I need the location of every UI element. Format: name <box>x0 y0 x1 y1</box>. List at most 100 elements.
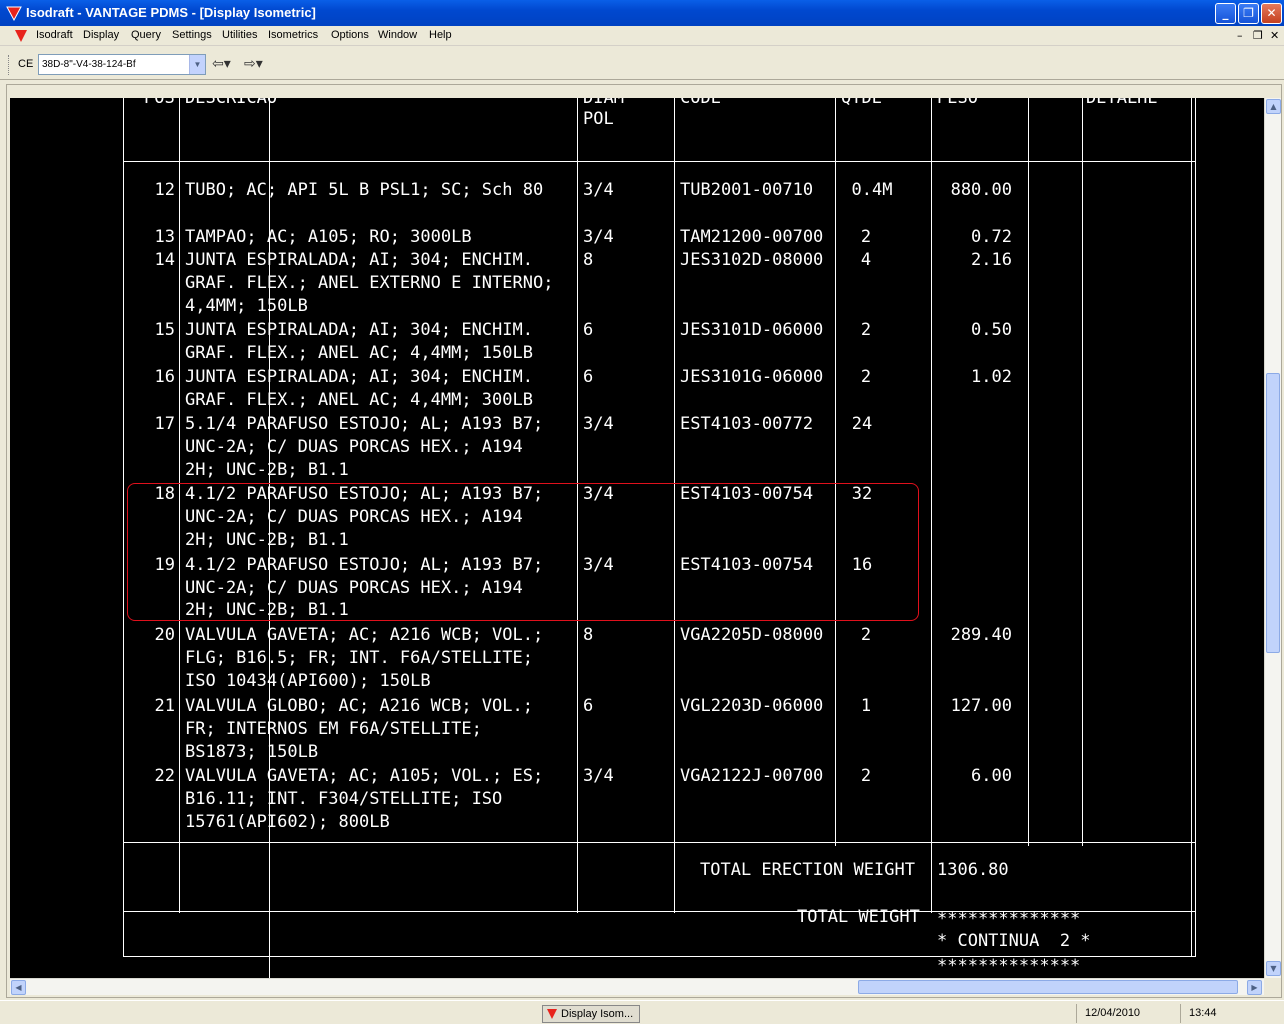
row-peso: 6.00 <box>932 765 1012 788</box>
row-pos: 14 <box>135 249 175 272</box>
mdi-close-button[interactable]: ✕ <box>1270 29 1279 42</box>
mdi-minimize-button[interactable]: – <box>1237 29 1243 42</box>
row-pos: 13 <box>135 226 175 249</box>
toolbar-grip[interactable] <box>8 55 11 75</box>
table-col-line-detalhe <box>1082 98 1083 846</box>
row-desc-line: VALVULA GLOBO; AC; A216 WCB; VOL.; <box>185 695 533 718</box>
row-desc-line: JUNTA ESPIRALADA; AI; 304; ENCHIM. <box>185 249 533 272</box>
ce-element-combobox[interactable]: 38D-8"-V4-38-124-Bf ▼ <box>38 54 206 75</box>
row-diam: 8 <box>583 624 593 647</box>
horizontal-scrollbar[interactable]: ◀ ▶ <box>10 978 1264 995</box>
total-weight-label: TOTAL WEIGHT <box>797 906 920 929</box>
table-header-separator <box>123 161 1195 162</box>
row-code: TUB2001-00710 <box>680 179 813 202</box>
row-desc-line: TAMPAO; AC; A105; RO; 3000LB <box>185 226 472 249</box>
row-desc-line: GRAF. FLEX.; ANEL AC; 4,4MM; 300LB <box>185 389 533 412</box>
row-desc-line: 2H; UNC-2B; B1.1 <box>185 459 349 482</box>
status-date: 12/04/2010 <box>1076 1004 1176 1023</box>
row-pos: 15 <box>135 319 175 342</box>
vertical-scroll-thumb[interactable] <box>1266 373 1280 653</box>
row-desc-line: FR; INTERNOS EM F6A/STELLITE; <box>185 718 482 741</box>
scroll-left-icon[interactable]: ◀ <box>11 980 26 995</box>
row-pos: 16 <box>135 366 175 389</box>
status-time: 13:44 <box>1180 1004 1280 1023</box>
row-desc-line: TUBO; AC; API 5L B PSL1; SC; Sch 80 <box>185 179 543 202</box>
menu-help[interactable]: Help <box>429 29 452 41</box>
row-pos: 22 <box>135 765 175 788</box>
isodraft-logo-icon <box>6 5 22 21</box>
stars-top: ************** <box>937 908 1080 931</box>
row-desc-line: BS1873; 150LB <box>185 741 318 764</box>
row-peso: 0.72 <box>932 226 1012 249</box>
vertical-scrollbar[interactable]: ▲ ▼ <box>1264 98 1281 978</box>
table-col-line-peso <box>1028 98 1029 846</box>
row-code: VGL2203D-06000 <box>680 695 823 718</box>
row-pos: 17 <box>135 413 175 436</box>
ce-element-value: 38D-8"-V4-38-124-Bf <box>42 59 136 70</box>
header-descricao: DESCRICAO <box>185 98 277 110</box>
task-label: Display Isom... <box>561 1008 633 1020</box>
row-desc-line: 15761(API602); 800LB <box>185 811 390 834</box>
row-qtde: 2 <box>836 366 896 389</box>
table-body-bottom <box>123 842 1195 843</box>
menu-isometrics[interactable]: Isometrics <box>268 29 318 41</box>
total-erection-weight-value: 1306.80 <box>937 859 1009 882</box>
row-qtde: 2 <box>836 319 896 342</box>
row-code: JES3101D-06000 <box>680 319 823 342</box>
row-desc-line: UNC-2A; C/ DUAS PORCAS HEX.; A194 <box>185 436 523 459</box>
row-desc-line: GRAF. FLEX.; ANEL AC; 4,4MM; 150LB <box>185 342 533 365</box>
row-desc-line: JUNTA ESPIRALADA; AI; 304; ENCHIM. <box>185 366 533 389</box>
row-code: JES3101G-06000 <box>680 366 823 389</box>
row-desc-line: 4,4MM; 150LB <box>185 295 308 318</box>
header-code: CODE <box>680 98 721 110</box>
row-desc-line: VALVULA GAVETA; AC; A216 WCB; VOL.; <box>185 624 543 647</box>
horizontal-scroll-thumb[interactable] <box>858 980 1238 994</box>
row-desc-line: ISO 10434(API600); 150LB <box>185 670 431 693</box>
row-peso: 1.02 <box>932 366 1012 389</box>
minimize-button[interactable]: _ <box>1215 3 1236 24</box>
menu-display[interactable]: Display <box>83 29 119 41</box>
row-pos: 12 <box>135 179 175 202</box>
restore-button[interactable]: ❐ <box>1238 3 1259 24</box>
scroll-down-icon[interactable]: ▼ <box>1266 961 1281 976</box>
isometric-drawing-canvas[interactable]: POS DESCRICAO DIAM POL CODE QTDE PESO DE… <box>10 98 1264 978</box>
row-pos: 21 <box>135 695 175 718</box>
chevron-down-icon[interactable]: ▼ <box>189 55 205 74</box>
ce-label: CE <box>18 58 33 70</box>
row-diam: 6 <box>583 366 593 389</box>
menu-window[interactable]: Window <box>378 29 417 41</box>
row-code: JES3102D-08000 <box>680 249 823 272</box>
mdi-restore-button[interactable]: ❐ <box>1253 29 1263 42</box>
menu-isodraft[interactable]: Isodraft <box>36 29 73 41</box>
menu-settings[interactable]: Settings <box>172 29 212 41</box>
table-border-right <box>1191 98 1192 957</box>
menu-query[interactable]: Query <box>131 29 161 41</box>
close-button[interactable]: ✕ <box>1261 3 1282 24</box>
row-desc-line: 5.1/4 PARAFUSO ESTOJO; AL; A193 B7; <box>185 413 543 436</box>
row-diam: 6 <box>583 695 593 718</box>
row-diam: 8 <box>583 249 593 272</box>
row-desc-line: B16.11; INT. F304/STELLITE; ISO <box>185 788 502 811</box>
row-peso: 127.00 <box>932 695 1012 718</box>
continua-label: * CONTINUA 2 * <box>937 930 1091 953</box>
document-menu-icon[interactable] <box>14 29 28 43</box>
back-arrow-icon[interactable]: ⇦▾ <box>212 56 231 72</box>
row-desc-line: GRAF. FLEX.; ANEL EXTERNO E INTERNO; <box>185 272 553 295</box>
scroll-up-icon[interactable]: ▲ <box>1266 99 1281 114</box>
row-diam: 6 <box>583 319 593 342</box>
row-code: TAM21200-00700 <box>680 226 823 249</box>
display-isometric-task-button[interactable]: Display Isom... <box>542 1005 640 1023</box>
row-peso: 880.00 <box>932 179 1012 202</box>
menu-bar: Isodraft Display Query Settings Utilitie… <box>0 26 1284 46</box>
menu-utilities[interactable]: Utilities <box>222 29 257 41</box>
row-qtde: 2 <box>836 624 896 647</box>
forward-arrow-icon[interactable]: ⇨▾ <box>244 56 263 72</box>
total-erection-weight-label: TOTAL ERECTION WEIGHT <box>700 859 915 882</box>
status-bar: Display Isom... 12/04/2010 13:44 <box>0 1000 1284 1024</box>
menu-options[interactable]: Options <box>331 29 369 41</box>
row-peso: 2.16 <box>932 249 1012 272</box>
title-bar: Isodraft - VANTAGE PDMS - [Display Isome… <box>0 0 1284 26</box>
row-diam: 3/4 <box>583 226 614 249</box>
row-desc-line: FLG; B16.5; FR; INT. F6A/STELLITE; <box>185 647 533 670</box>
scroll-right-icon[interactable]: ▶ <box>1247 980 1262 995</box>
